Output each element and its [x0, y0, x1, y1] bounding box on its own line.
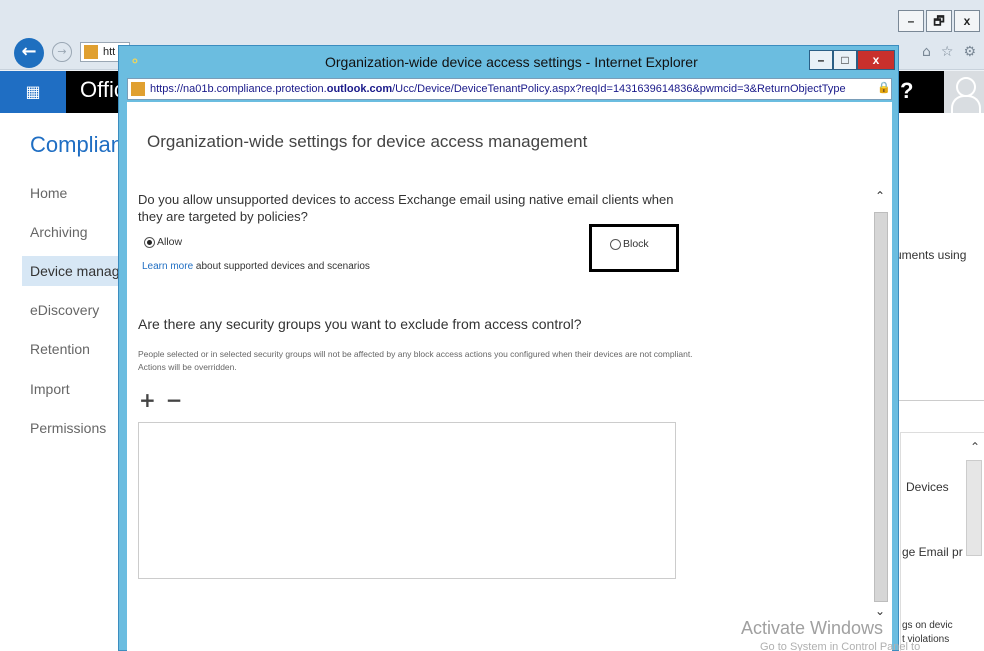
- forward-arrow-icon[interactable]: →: [52, 42, 72, 62]
- group-edit-controls: + −: [139, 388, 183, 412]
- home-icon[interactable]: ⌂: [922, 44, 931, 60]
- allow-radio-option[interactable]: Allow: [144, 236, 182, 248]
- activate-windows-subtext: Go to System in Control Panel to: [760, 641, 921, 651]
- right-snippet-manage: ge Email pr: [902, 545, 963, 559]
- popup-close-button[interactable]: x: [857, 50, 895, 70]
- lock-icon[interactable]: 🔒: [877, 81, 891, 94]
- url-suffix: /Ucc/Device/DeviceTenantPolicy.aspx?reqI…: [392, 83, 846, 95]
- scrollbar-thumb[interactable]: [874, 212, 888, 602]
- exclude-groups-question: Are there any security groups you want t…: [138, 316, 582, 332]
- page-favicon-icon: [84, 45, 98, 59]
- right-scroll-up-icon[interactable]: ⌃: [970, 440, 980, 454]
- nav-item-ediscovery[interactable]: eDiscovery: [30, 302, 120, 318]
- popup-maximize-button[interactable]: □: [833, 50, 857, 70]
- device-access-settings-window: ⚬ Organization-wide device access settin…: [118, 45, 899, 651]
- back-arrow-icon[interactable]: ←: [14, 38, 44, 68]
- browser-toolbar-icons: ⌂ ☆ ⚙: [922, 44, 976, 60]
- app-launcher-icon[interactable]: ▦: [0, 71, 66, 113]
- section-title: Complian: [30, 132, 120, 157]
- url-prefix: https://na01b.compliance.protection.: [150, 83, 327, 95]
- excluded-groups-list[interactable]: [138, 422, 676, 579]
- popup-minimize-button[interactable]: –: [809, 50, 833, 70]
- unsupported-devices-question: Do you allow unsupported devices to acce…: [138, 192, 674, 224]
- nav-item-archiving[interactable]: Archiving: [30, 224, 120, 240]
- learn-more-rest: about supported devices and scenarios: [193, 261, 370, 272]
- block-radio-label: Block: [623, 238, 649, 250]
- background-titlebar: [0, 0, 984, 36]
- page-heading: Organization-wide settings for device ac…: [147, 132, 588, 151]
- nav-item-import[interactable]: Import: [30, 381, 120, 397]
- scroll-up-icon[interactable]: ⌃: [875, 189, 885, 203]
- popup-window-title: Organization-wide device access settings…: [325, 54, 698, 70]
- internet-explorer-icon: ⚬: [129, 54, 141, 70]
- right-snippet-devices: Devices: [906, 480, 949, 494]
- background-window-controls: – 🗗 x: [898, 10, 980, 32]
- block-radio-button[interactable]: [610, 238, 621, 250]
- popup-content: Organization-wide settings for device ac…: [127, 102, 892, 651]
- nav-item-device-management[interactable]: Device manag: [22, 256, 120, 286]
- right-divider: [893, 400, 984, 401]
- nav-item-retention[interactable]: Retention: [30, 341, 120, 357]
- nav-item-home[interactable]: Home: [30, 185, 120, 201]
- nav-item-permissions[interactable]: Permissions: [30, 420, 120, 436]
- right-snippet-uments: uments using: [895, 248, 967, 262]
- star-icon[interactable]: ☆: [941, 44, 954, 60]
- remove-group-button[interactable]: −: [166, 388, 183, 412]
- popup-address-bar[interactable]: https://na01b.compliance.protection.outl…: [127, 78, 892, 100]
- learn-more-link[interactable]: Learn more: [142, 261, 193, 272]
- block-radio-option[interactable]: Block: [610, 238, 649, 250]
- background-minimize-button[interactable]: –: [898, 10, 924, 32]
- user-avatar-icon[interactable]: [944, 71, 984, 115]
- allow-radio-label: Allow: [157, 236, 183, 248]
- add-group-button[interactable]: +: [139, 388, 156, 412]
- background-restore-button[interactable]: 🗗: [926, 10, 952, 32]
- scroll-down-icon[interactable]: ⌄: [875, 604, 885, 618]
- activate-windows-watermark: Activate Windows: [741, 618, 884, 638]
- help-icon[interactable]: ?: [900, 78, 913, 104]
- gear-icon[interactable]: ⚙: [963, 44, 976, 60]
- background-close-button[interactable]: x: [954, 10, 980, 32]
- right-snippet-settings: gs on devic: [902, 620, 953, 631]
- popup-favicon-icon: [131, 82, 145, 96]
- url-domain: outlook.com: [326, 83, 393, 95]
- learn-more-text: Learn more about supported devices and s…: [142, 261, 370, 272]
- allow-radio-button[interactable]: [144, 236, 155, 248]
- right-scrollbar[interactable]: [966, 460, 982, 556]
- exclude-groups-description: People selected or in selected security …: [138, 349, 693, 372]
- popup-scrollbar[interactable]: ⌃ ⌄: [870, 186, 892, 626]
